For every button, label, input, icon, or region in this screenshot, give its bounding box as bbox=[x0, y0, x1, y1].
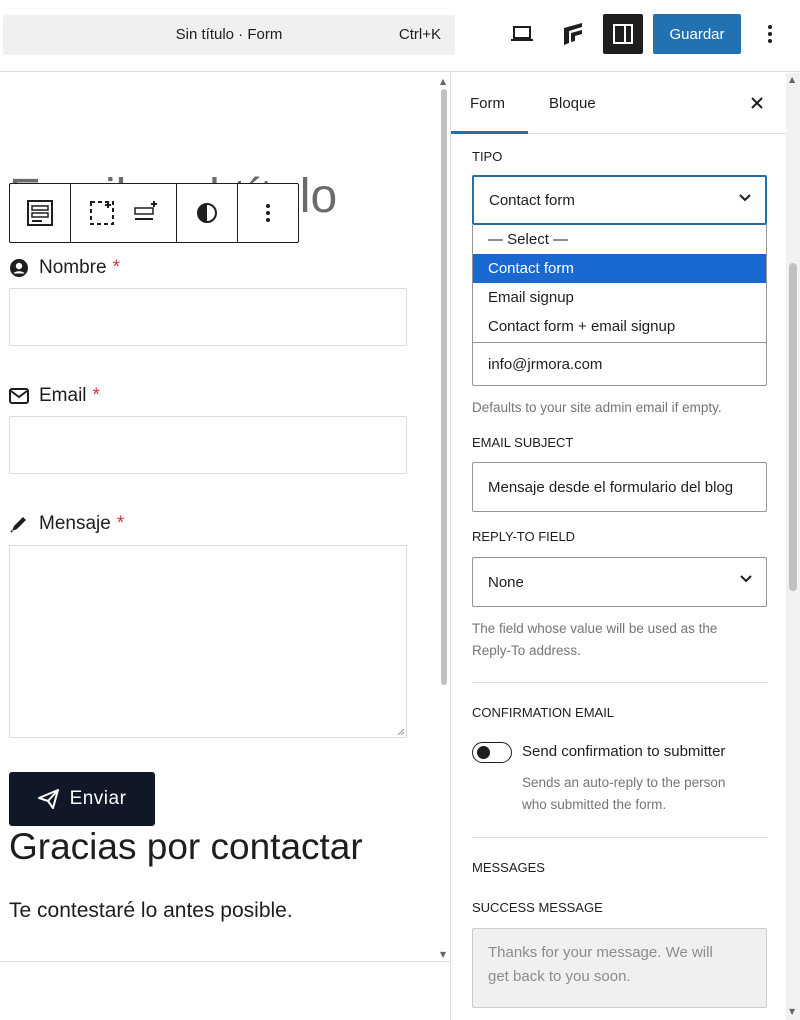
chevron-down-icon bbox=[740, 575, 752, 583]
editor-canvas: Escribe el título bbox=[0, 73, 450, 961]
mensaje-textarea[interactable] bbox=[9, 545, 407, 738]
required-mark: * bbox=[112, 257, 120, 278]
dropdown-option[interactable]: — Select — bbox=[473, 225, 766, 254]
scroll-down-arrow-icon[interactable]: ▼ bbox=[789, 1007, 795, 1016]
options-menu-button[interactable] bbox=[752, 14, 788, 54]
reply-to-select[interactable]: None bbox=[472, 557, 767, 607]
more-vertical-icon bbox=[768, 25, 772, 43]
section-label-confirmation: CONFIRMATION EMAIL bbox=[472, 705, 615, 720]
more-vertical-icon bbox=[266, 204, 270, 222]
preview-button[interactable] bbox=[502, 14, 542, 54]
contrast-icon bbox=[197, 203, 217, 223]
tab-bloque[interactable]: Bloque bbox=[549, 95, 596, 112]
send-icon bbox=[37, 789, 59, 809]
confirmation-help: Sends an auto-reply to the person who su… bbox=[522, 775, 726, 812]
canvas-footer bbox=[0, 961, 450, 1020]
style-button[interactable] bbox=[177, 184, 238, 242]
email-to-input[interactable]: info@jrmora.com bbox=[472, 342, 767, 386]
command-palette-button[interactable]: Sin título · Form Ctrl+K bbox=[3, 15, 455, 55]
thanks-paragraph[interactable]: Te contestaré lo antes posible. bbox=[9, 899, 293, 923]
divider bbox=[472, 682, 768, 683]
sidebar-toggle-icon bbox=[613, 24, 633, 44]
section-label-tipo: TIPO bbox=[472, 149, 503, 164]
add-field-icon[interactable] bbox=[89, 200, 115, 226]
tab-form[interactable]: Form bbox=[470, 95, 505, 112]
resize-handle-icon[interactable] bbox=[397, 728, 405, 736]
laptop-icon bbox=[511, 26, 533, 41]
divider bbox=[472, 837, 768, 838]
field-actions-group bbox=[71, 184, 177, 242]
envelope-icon bbox=[9, 388, 29, 404]
email-subject-input[interactable]: Mensaje desde el formulario del blog bbox=[472, 462, 767, 512]
settings-sidebar-toggle[interactable] bbox=[603, 14, 643, 54]
save-button[interactable]: Guardar bbox=[653, 14, 741, 54]
submit-button[interactable]: Enviar bbox=[9, 772, 155, 826]
confirmation-toggle-label[interactable]: Send confirmation to submitter bbox=[522, 743, 725, 760]
sidebar-scrollbar-thumb[interactable] bbox=[789, 263, 797, 591]
required-mark: * bbox=[116, 513, 125, 534]
close-sidebar-button[interactable] bbox=[747, 93, 767, 113]
email-input[interactable] bbox=[9, 416, 407, 474]
block-options-button[interactable] bbox=[238, 184, 298, 242]
scroll-up-arrow-icon[interactable]: ▲ bbox=[789, 75, 795, 84]
scroll-down-arrow-icon[interactable]: ▼ bbox=[440, 950, 446, 959]
success-message-textarea[interactable]: Thanks for your message. We will get bac… bbox=[472, 928, 767, 1008]
insert-after-icon[interactable] bbox=[133, 200, 159, 226]
section-label-success-message: SUCCESS MESSAGE bbox=[472, 900, 603, 915]
field-label-nombre: Nombre * bbox=[9, 257, 120, 279]
field-label-email: Email * bbox=[9, 385, 100, 407]
form-block-icon bbox=[27, 200, 53, 226]
sidebar-tabs: Form Bloque bbox=[451, 73, 800, 134]
canvas-scrollbar-thumb[interactable] bbox=[441, 89, 447, 685]
user-circle-icon bbox=[10, 259, 28, 277]
pencil-icon bbox=[10, 517, 26, 533]
block-toolbar bbox=[9, 183, 299, 243]
sidebar-scrollbar[interactable]: ▲ ▼ bbox=[786, 73, 800, 1020]
dropdown-option[interactable]: Contact form + email signup bbox=[473, 312, 766, 341]
required-mark: * bbox=[92, 385, 100, 406]
active-tab-indicator bbox=[451, 131, 528, 134]
scroll-up-arrow-icon[interactable]: ▲ bbox=[440, 77, 446, 86]
form-type-dropdown: — Select — Contact form Email signup Con… bbox=[472, 225, 767, 343]
field-label-mensaje: Mensaje * bbox=[9, 513, 124, 535]
settings-sidebar: Form Bloque TIPO Contact form — Select —… bbox=[450, 73, 800, 1020]
section-label-reply-to: REPLY-TO FIELD bbox=[472, 529, 576, 544]
email-to-help: Defaults to your site admin email if emp… bbox=[472, 400, 722, 415]
block-type-button[interactable] bbox=[10, 184, 71, 242]
reply-to-help: The field whose value will be used as th… bbox=[472, 621, 718, 658]
section-label-email-subject: EMAIL SUBJECT bbox=[472, 435, 574, 450]
close-icon bbox=[751, 97, 763, 109]
canvas-scrollbar[interactable]: ▲ ▼ bbox=[438, 73, 450, 963]
thanks-heading[interactable]: Gracias por contactar bbox=[9, 826, 363, 868]
nombre-input[interactable] bbox=[9, 288, 407, 346]
confirmation-toggle[interactable] bbox=[472, 742, 512, 763]
chevron-down-icon bbox=[739, 194, 751, 202]
document-title: Sin título · Form bbox=[175, 26, 283, 43]
toggle-knob bbox=[477, 746, 490, 759]
form-type-select[interactable]: Contact form bbox=[472, 175, 767, 225]
keyboard-shortcut: Ctrl+K bbox=[398, 26, 441, 43]
dropdown-option[interactable]: Email signup bbox=[473, 283, 766, 312]
jetpack-button[interactable] bbox=[553, 14, 593, 54]
jetpack-icon bbox=[564, 23, 582, 45]
dropdown-option-selected[interactable]: Contact form bbox=[473, 254, 766, 283]
section-label-messages: MESSAGES bbox=[472, 860, 545, 875]
editor-header: Sin título · Form Ctrl+K Guardar bbox=[0, 0, 800, 72]
